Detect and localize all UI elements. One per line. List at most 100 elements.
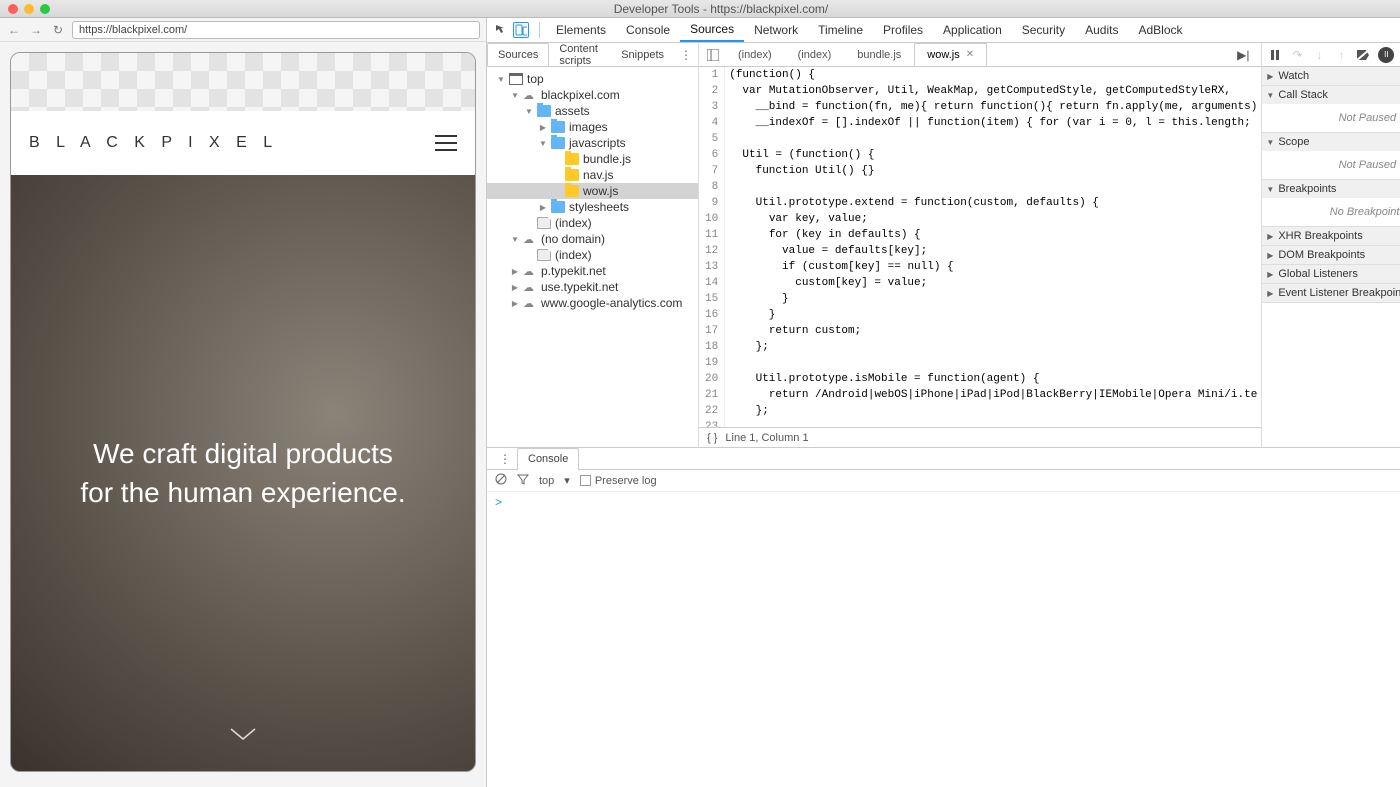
page-header: B L A C K P I X E L	[11, 111, 475, 175]
run-to-cursor-icon[interactable]: ▶|	[1235, 47, 1251, 63]
tree-item[interactable]: bundle.js	[487, 151, 698, 167]
pause-on-exceptions-icon[interactable]: II	[1378, 47, 1394, 63]
debugger-toolbar: ↷ ↓ ↑ II Async	[1262, 43, 1400, 67]
cloud-icon: ☁	[523, 281, 537, 293]
tree-item[interactable]: ▼assets	[487, 103, 698, 119]
panel-watch[interactable]: ▶Watch	[1262, 67, 1400, 85]
file-tab[interactable]: bundle.js	[844, 43, 914, 66]
logo[interactable]: B L A C K P I X E L	[29, 134, 278, 152]
cloud-icon: ☁	[523, 89, 537, 101]
hero: We craft digital products for the human …	[11, 175, 475, 771]
folder-open-icon	[565, 185, 579, 197]
close-window-button[interactable]	[8, 4, 18, 14]
folder-icon	[551, 121, 565, 133]
panel-global-listeners[interactable]: ▶Global Listeners	[1262, 265, 1400, 283]
tab-adblock[interactable]: AdBlock	[1128, 18, 1192, 42]
forward-button[interactable]: →	[28, 22, 44, 38]
tree-item[interactable]: ▼☁(no domain)	[487, 231, 698, 247]
address-bar[interactable]: https://blackpixel.com/	[72, 21, 480, 39]
console-prompt[interactable]: >	[487, 492, 1400, 787]
context-selector[interactable]: top	[539, 475, 554, 487]
console-tab[interactable]: Console	[517, 448, 579, 471]
editor-tabs: (index)(index)bundle.jswow.js✕ ▶|	[699, 43, 1261, 67]
tree-item[interactable]: nav.js	[487, 167, 698, 183]
step-over-icon[interactable]: ↷	[1290, 48, 1304, 62]
cloud-icon: ☁	[523, 265, 537, 277]
tree-item[interactable]: ▼☁blackpixel.com	[487, 87, 698, 103]
minimize-window-button[interactable]	[24, 4, 34, 14]
tab-audits[interactable]: Audits	[1075, 18, 1128, 42]
step-into-icon[interactable]: ↓	[1312, 48, 1326, 62]
tree-item[interactable]: (index)	[487, 215, 698, 231]
code-editor[interactable]: 1234567891011121314151617181920212223242…	[699, 67, 1261, 427]
more-icon[interactable]: ⋮	[674, 48, 698, 62]
step-out-icon[interactable]: ↑	[1334, 48, 1348, 62]
tree-item[interactable]: ▶☁www.google-analytics.com	[487, 295, 698, 311]
tab-console[interactable]: Console	[616, 18, 680, 42]
transparent-area	[11, 53, 475, 111]
subtab-snippets[interactable]: Snippets	[611, 43, 674, 66]
tab-profiles[interactable]: Profiles	[873, 18, 933, 42]
tree-item[interactable]: ▼javascripts	[487, 135, 698, 151]
cloud-icon: ☁	[523, 297, 537, 309]
close-icon[interactable]: ✕	[966, 49, 974, 60]
traffic-lights	[8, 4, 50, 14]
hero-text: We craft digital products for the human …	[60, 434, 425, 512]
tree-item[interactable]: ▶images	[487, 119, 698, 135]
file-tree[interactable]: ▼top▼☁blackpixel.com▼assets▶images▼javas…	[487, 67, 698, 447]
tree-item[interactable]: ▶☁use.typekit.net	[487, 279, 698, 295]
window-title: Developer Tools - https://blackpixel.com…	[50, 2, 1392, 16]
browser-nav: ← → ↻ https://blackpixel.com/	[0, 18, 486, 42]
clear-console-icon[interactable]	[495, 473, 507, 488]
chevron-down-icon[interactable]	[229, 727, 257, 746]
back-button[interactable]: ←	[6, 22, 22, 38]
folder-icon	[537, 105, 551, 117]
panel-breakpoints[interactable]: ▼Breakpoints	[1262, 180, 1400, 198]
editor-status: { } Line 1, Column 1	[699, 427, 1261, 447]
folder-icon	[551, 201, 565, 213]
device-viewport: B L A C K P I X E L We craft digital pro…	[10, 52, 476, 772]
tab-application[interactable]: Application	[933, 18, 1012, 42]
file-tab[interactable]: (index)	[725, 43, 785, 66]
inspect-icon[interactable]	[493, 22, 509, 38]
tree-item[interactable]: ▶stylesheets	[487, 199, 698, 215]
tree-item[interactable]: (index)	[487, 247, 698, 263]
panel-call-stack[interactable]: ▼Call Stack	[1262, 86, 1400, 104]
folder-open-icon	[565, 153, 579, 165]
file-tab[interactable]: (index)	[785, 43, 845, 66]
format-icon[interactable]: { }	[707, 432, 717, 444]
tab-elements[interactable]: Elements	[546, 18, 616, 42]
tab-sources[interactable]: Sources	[680, 18, 744, 42]
tree-item[interactable]: wow.js	[487, 183, 698, 199]
file-icon	[537, 217, 551, 229]
filter-icon[interactable]	[517, 473, 529, 488]
zoom-window-button[interactable]	[40, 4, 50, 14]
tab-security[interactable]: Security	[1012, 18, 1075, 42]
panel-xhr-breakpoints[interactable]: ▶XHR Breakpoints	[1262, 227, 1400, 245]
panel-scope[interactable]: ▼Scope	[1262, 133, 1400, 151]
reload-button[interactable]: ↻	[50, 22, 66, 38]
file-tab[interactable]: wow.js✕	[914, 43, 987, 66]
window-titlebar: Developer Tools - https://blackpixel.com…	[0, 0, 1400, 18]
folder-open-icon	[565, 169, 579, 181]
tab-network[interactable]: Network	[744, 18, 808, 42]
level-selector[interactable]: ▾	[564, 474, 570, 487]
device-toolbar-icon[interactable]	[513, 22, 529, 38]
hamburger-menu-icon[interactable]	[435, 135, 457, 151]
panel-event-listener-breakpoints[interactable]: ▶Event Listener Breakpoints	[1262, 284, 1400, 302]
devtools-tabs: ElementsConsoleSourcesNetworkTimelinePro…	[487, 18, 1400, 43]
deactivate-breakpoints-icon[interactable]	[1356, 48, 1370, 62]
subtab-content-scripts[interactable]: Content scripts	[549, 43, 611, 66]
nav-pane-icon[interactable]	[705, 47, 721, 63]
console-drawer: ⋮ Console ✕ top ▾ Preserve log >	[487, 447, 1400, 787]
tree-item[interactable]: ▶☁p.typekit.net	[487, 263, 698, 279]
tab-timeline[interactable]: Timeline	[808, 18, 873, 42]
panel-dom-breakpoints[interactable]: ▶DOM Breakpoints	[1262, 246, 1400, 264]
subtab-sources[interactable]: Sources	[487, 43, 549, 66]
more-icon[interactable]: ⋮	[493, 452, 517, 466]
window-icon	[509, 73, 523, 85]
tree-item[interactable]: ▼top	[487, 71, 698, 87]
pause-icon[interactable]	[1268, 48, 1282, 62]
sources-subtabs: SourcesContent scriptsSnippets ⋮	[487, 43, 698, 67]
preserve-log-checkbox[interactable]: Preserve log	[580, 475, 657, 487]
